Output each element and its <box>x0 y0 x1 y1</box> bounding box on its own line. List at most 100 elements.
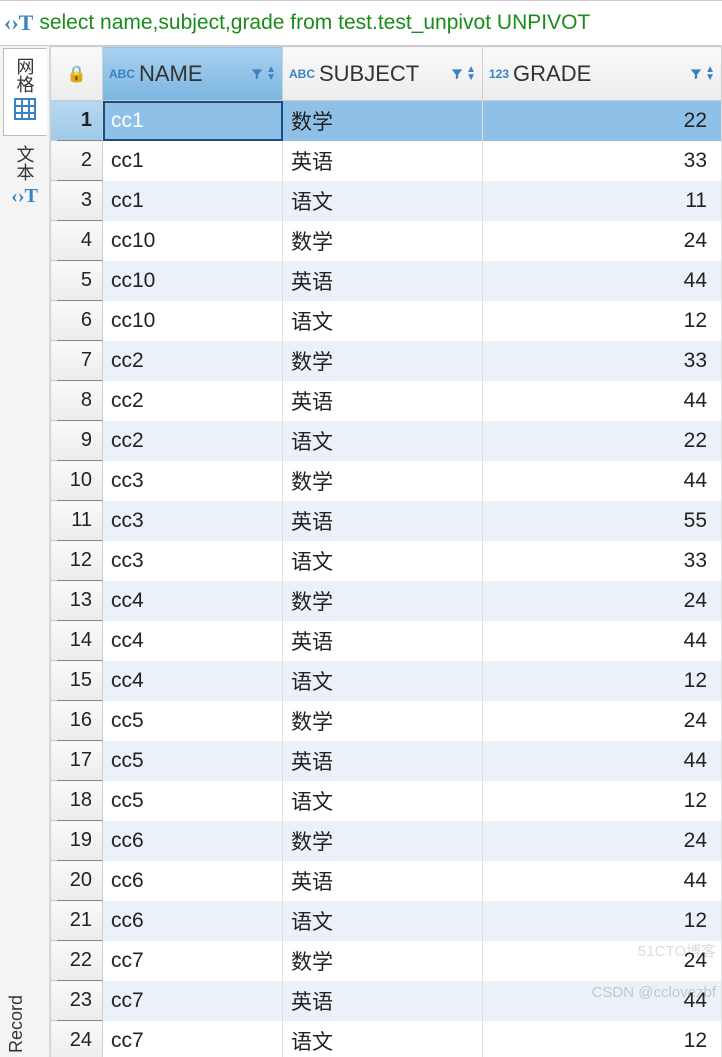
cell-grade[interactable]: 44 <box>483 981 722 1021</box>
row-number[interactable]: 21 <box>51 901 103 941</box>
cell-subject[interactable]: 英语 <box>283 741 483 781</box>
row-number[interactable]: 10 <box>51 461 103 501</box>
column-header-grade[interactable]: 123 GRADE ▲▼ <box>483 47 722 101</box>
row-number[interactable]: 3 <box>51 181 103 221</box>
cell-grade[interactable]: 24 <box>483 701 722 741</box>
cell-subject[interactable]: 英语 <box>283 981 483 1021</box>
cell-name[interactable]: cc5 <box>103 701 283 741</box>
table-row[interactable]: 18cc5语文12 <box>51 781 722 821</box>
cell-grade[interactable]: 55 <box>483 501 722 541</box>
cell-grade[interactable]: 22 <box>483 421 722 461</box>
cell-subject[interactable]: 数学 <box>283 941 483 981</box>
row-number[interactable]: 19 <box>51 821 103 861</box>
cell-subject[interactable]: 语文 <box>283 181 483 221</box>
table-row[interactable]: 8cc2英语44 <box>51 381 722 421</box>
table-row[interactable]: 21cc6语文12 <box>51 901 722 941</box>
cell-grade[interactable]: 24 <box>483 941 722 981</box>
cell-name[interactable]: cc10 <box>103 301 283 341</box>
table-row[interactable]: 1cc1数学22 <box>51 101 722 141</box>
row-number[interactable]: 12 <box>51 541 103 581</box>
row-number[interactable]: 16 <box>51 701 103 741</box>
cell-subject[interactable]: 语文 <box>283 301 483 341</box>
table-row[interactable]: 14cc4英语44 <box>51 621 722 661</box>
cell-name[interactable]: cc1 <box>103 101 283 141</box>
cell-grade[interactable]: 44 <box>483 621 722 661</box>
cell-name[interactable]: cc5 <box>103 741 283 781</box>
cell-name[interactable]: cc3 <box>103 541 283 581</box>
table-row[interactable]: 7cc2数学33 <box>51 341 722 381</box>
cell-subject[interactable]: 数学 <box>283 821 483 861</box>
tab-record[interactable]: Record <box>2 991 31 1057</box>
cell-grade[interactable]: 12 <box>483 1021 722 1057</box>
cell-grade[interactable]: 44 <box>483 461 722 501</box>
row-number[interactable]: 15 <box>51 661 103 701</box>
row-number[interactable]: 1 <box>51 101 103 141</box>
cell-name[interactable]: cc4 <box>103 621 283 661</box>
row-number[interactable]: 9 <box>51 421 103 461</box>
row-number[interactable]: 17 <box>51 741 103 781</box>
table-row[interactable]: 24cc7语文12 <box>51 1021 722 1057</box>
row-number[interactable]: 6 <box>51 301 103 341</box>
row-number[interactable]: 23 <box>51 981 103 1021</box>
table-row[interactable]: 4cc10数学24 <box>51 221 722 261</box>
cell-name[interactable]: cc2 <box>103 421 283 461</box>
row-number[interactable]: 5 <box>51 261 103 301</box>
cell-name[interactable]: cc6 <box>103 861 283 901</box>
cell-name[interactable]: cc4 <box>103 581 283 621</box>
row-number[interactable]: 11 <box>51 501 103 541</box>
cell-name[interactable]: cc4 <box>103 661 283 701</box>
row-number[interactable]: 2 <box>51 141 103 181</box>
cell-grade[interactable]: 12 <box>483 661 722 701</box>
tab-text[interactable]: 文本 ‹›T <box>3 136 47 217</box>
cell-name[interactable]: cc1 <box>103 141 283 181</box>
cell-subject[interactable]: 数学 <box>283 221 483 261</box>
cell-grade[interactable]: 24 <box>483 821 722 861</box>
table-row[interactable]: 2cc1英语33 <box>51 141 722 181</box>
cell-subject[interactable]: 数学 <box>283 341 483 381</box>
filter-icon[interactable]: ▲▼ <box>450 66 476 82</box>
cell-grade[interactable]: 11 <box>483 181 722 221</box>
table-row[interactable]: 3cc1语文11 <box>51 181 722 221</box>
cell-name[interactable]: cc2 <box>103 341 283 381</box>
row-number[interactable]: 24 <box>51 1021 103 1057</box>
cell-grade[interactable]: 33 <box>483 541 722 581</box>
filter-icon[interactable]: ▲▼ <box>689 66 715 82</box>
cell-subject[interactable]: 数学 <box>283 701 483 741</box>
cell-grade[interactable]: 12 <box>483 301 722 341</box>
rownum-header[interactable]: 🔒 <box>51 47 103 101</box>
cell-subject[interactable]: 英语 <box>283 141 483 181</box>
cell-grade[interactable]: 22 <box>483 101 722 141</box>
table-row[interactable]: 6cc10语文12 <box>51 301 722 341</box>
cell-subject[interactable]: 语文 <box>283 661 483 701</box>
table-row[interactable]: 22cc7数学24 <box>51 941 722 981</box>
table-row[interactable]: 9cc2语文22 <box>51 421 722 461</box>
cell-subject[interactable]: 语文 <box>283 901 483 941</box>
cell-grade[interactable]: 44 <box>483 861 722 901</box>
filter-icon[interactable]: ▲▼ <box>250 66 276 82</box>
cell-name[interactable]: cc2 <box>103 381 283 421</box>
row-number[interactable]: 20 <box>51 861 103 901</box>
column-header-subject[interactable]: ABC SUBJECT ▲▼ <box>283 47 483 101</box>
cell-subject[interactable]: 语文 <box>283 421 483 461</box>
cell-subject[interactable]: 英语 <box>283 861 483 901</box>
cell-grade[interactable]: 44 <box>483 741 722 781</box>
table-row[interactable]: 15cc4语文12 <box>51 661 722 701</box>
cell-name[interactable]: cc1 <box>103 181 283 221</box>
cell-grade[interactable]: 33 <box>483 141 722 181</box>
cell-name[interactable]: cc10 <box>103 221 283 261</box>
row-number[interactable]: 4 <box>51 221 103 261</box>
table-row[interactable]: 17cc5英语44 <box>51 741 722 781</box>
table-row[interactable]: 16cc5数学24 <box>51 701 722 741</box>
cell-grade[interactable]: 44 <box>483 261 722 301</box>
cell-name[interactable]: cc6 <box>103 821 283 861</box>
table-row[interactable]: 12cc3语文33 <box>51 541 722 581</box>
cell-subject[interactable]: 语文 <box>283 1021 483 1057</box>
cell-subject[interactable]: 英语 <box>283 621 483 661</box>
cell-subject[interactable]: 语文 <box>283 781 483 821</box>
cell-name[interactable]: cc6 <box>103 901 283 941</box>
tab-grid[interactable]: 网格 <box>3 48 47 136</box>
cell-name[interactable]: cc3 <box>103 501 283 541</box>
cell-subject[interactable]: 语文 <box>283 541 483 581</box>
row-number[interactable]: 13 <box>51 581 103 621</box>
cell-grade[interactable]: 24 <box>483 581 722 621</box>
